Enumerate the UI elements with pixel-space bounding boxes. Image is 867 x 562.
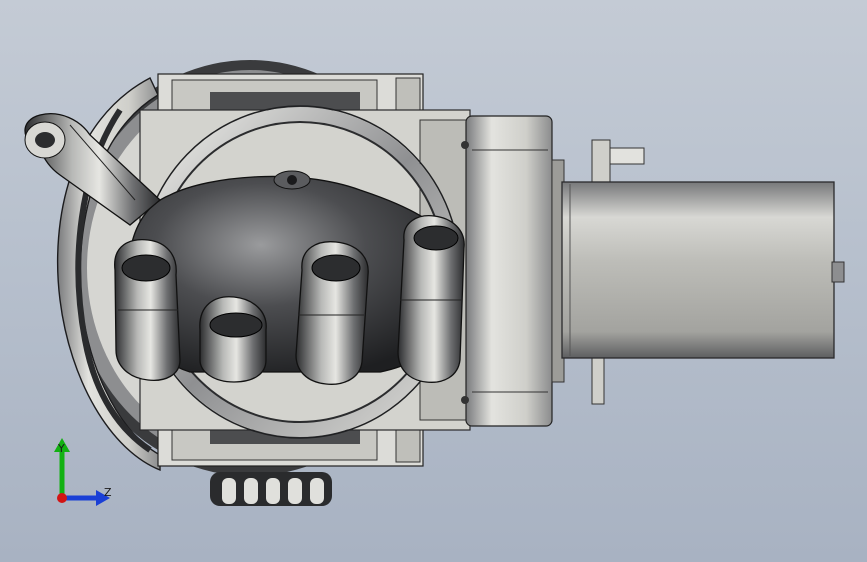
axis-triad: Y Z (54, 438, 112, 506)
cad-graphics-viewport[interactable]: Y Z (0, 0, 867, 562)
x-axis-dot (57, 493, 67, 503)
bottom-gear (210, 472, 332, 506)
finger-3[interactable] (295, 241, 369, 385)
finger-1[interactable] (114, 239, 181, 381)
z-axis-label: Z (104, 486, 112, 499)
finger-4[interactable] (397, 215, 465, 383)
y-axis-label: Y (57, 442, 65, 455)
motor-flange (465, 115, 553, 427)
finger-2[interactable] (199, 296, 267, 383)
robotic-hand-model[interactable] (0, 0, 867, 562)
drive-motor (561, 181, 835, 359)
